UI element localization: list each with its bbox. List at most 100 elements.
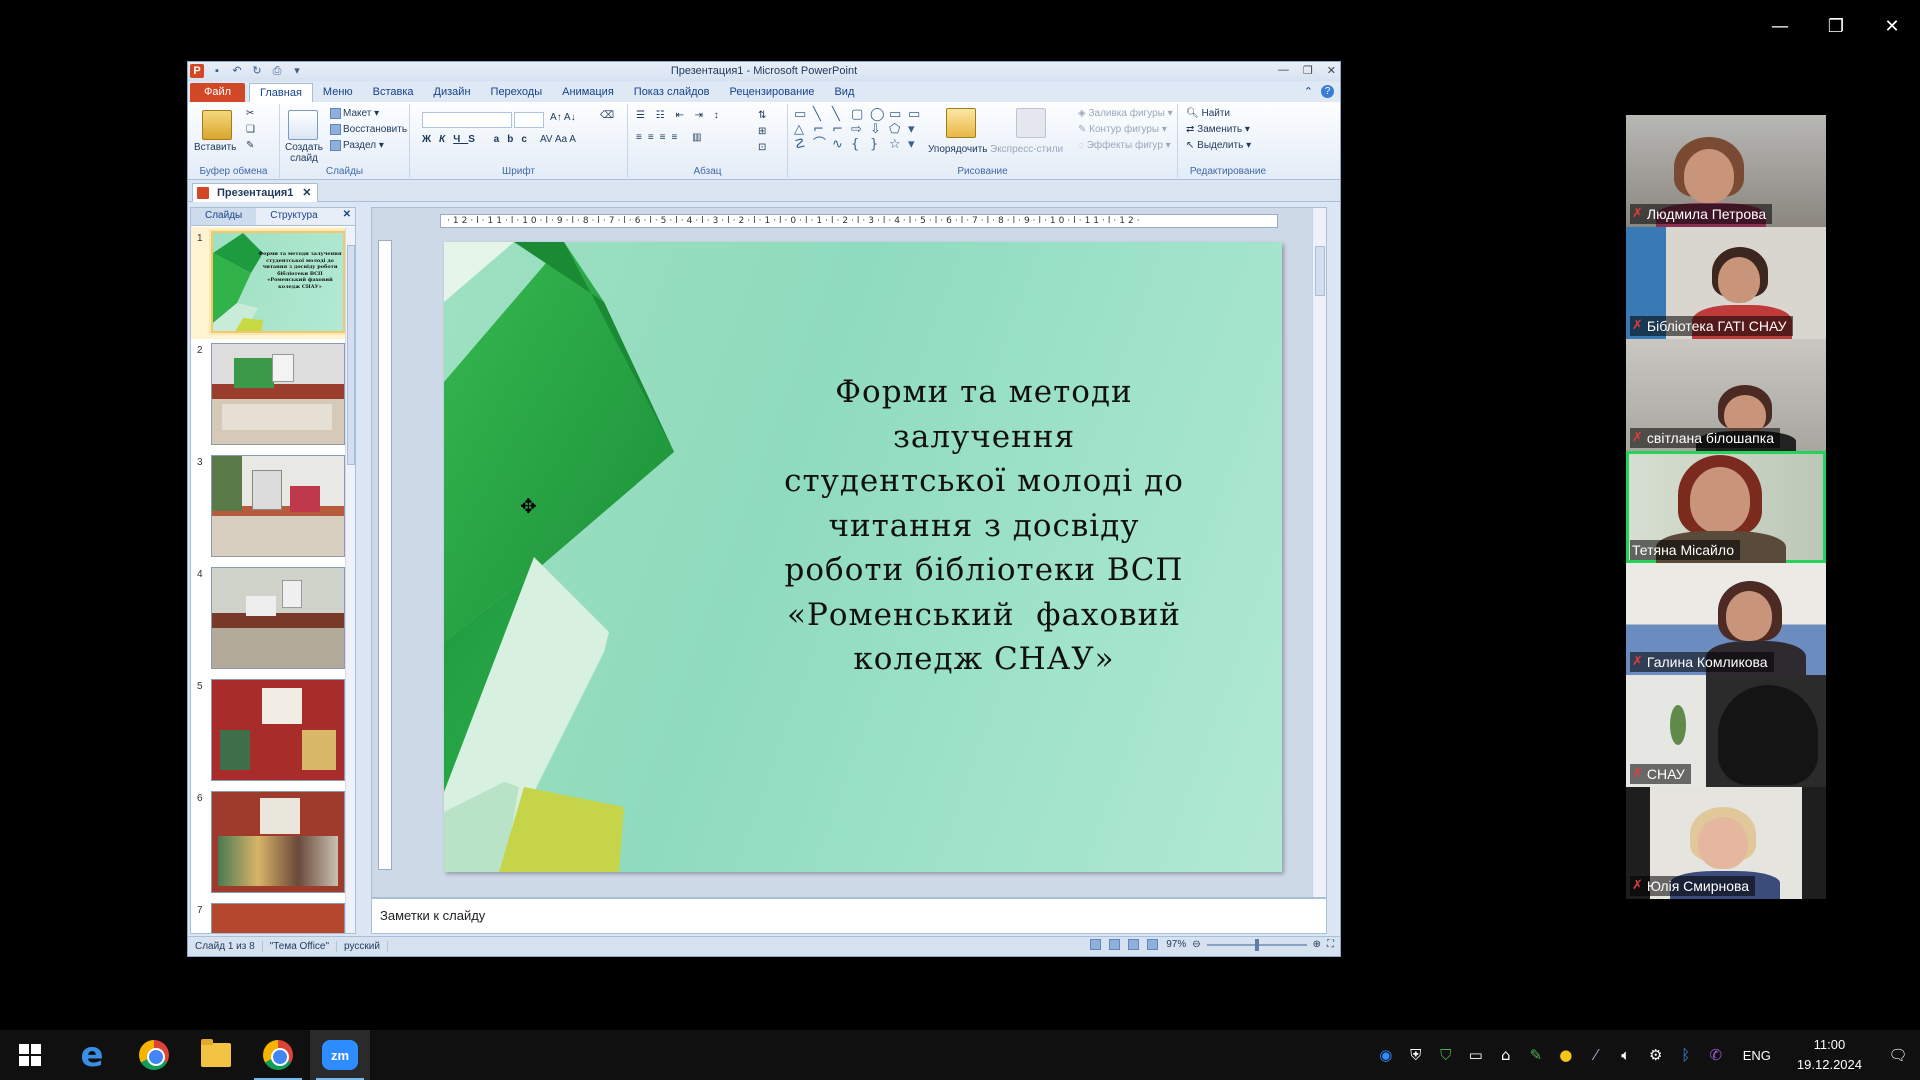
shape-fill-button[interactable]: ◈ Заливка фигуры ▾ [1078, 108, 1173, 119]
current-slide[interactable]: Форми та методи залучення студентської м… [444, 242, 1282, 872]
minimize-button[interactable]: — [1752, 8, 1808, 44]
slide-thumbnail-7[interactable]: 7 [191, 899, 346, 933]
participant-tile[interactable]: ✗ СНАУ [1626, 675, 1826, 787]
settings-tray-icon[interactable]: ⚙ [1641, 1046, 1671, 1064]
bluetooth-icon[interactable]: ᛒ [1671, 1046, 1701, 1064]
network-icon[interactable]: ⌂ [1491, 1046, 1521, 1064]
status-icon[interactable]: ● [1551, 1046, 1581, 1064]
sorter-view-icon[interactable] [1109, 939, 1121, 950]
restore-button[interactable]: ❐ [1808, 8, 1864, 44]
list-buttons[interactable]: ☰ ☷ ⇤ ⇥ ↕ [636, 110, 723, 121]
shield-icon[interactable]: ⛉ [1431, 1046, 1461, 1064]
participant-tile[interactable]: ✗ Людмила Петрова [1626, 115, 1826, 227]
normal-view-icon[interactable] [1090, 939, 1102, 950]
new-slide-icon[interactable] [288, 110, 318, 140]
participant-tile[interactable]: ✗ Галина Комликова [1626, 563, 1826, 675]
notes-field[interactable]: Заметки к слайду [371, 898, 1327, 934]
slide-thumbnail-6[interactable]: 6 [191, 787, 346, 899]
find-button[interactable]: 🔍︎ Найти [1186, 108, 1230, 119]
restore-icon[interactable]: ❐ [1303, 64, 1313, 77]
slide-thumbnail-4[interactable]: 4 [191, 563, 346, 675]
editor-scrollbar[interactable] [1312, 208, 1326, 897]
edge-button[interactable]: e [62, 1030, 122, 1080]
close-button[interactable]: ✕ [1864, 8, 1920, 44]
participant-tile-active-speaker[interactable]: Тетяна Місайло [1626, 451, 1826, 563]
section-button[interactable]: Раздел ▾ [330, 140, 384, 151]
char-spacing-icon[interactable]: AV Aa A [540, 134, 576, 145]
notifications-icon[interactable]: 🗨︎ [1876, 1046, 1920, 1064]
font-family-select[interactable] [422, 112, 512, 128]
shape-effects-button[interactable]: ◌ Эффекты фигур ▾ [1078, 140, 1171, 151]
participant-tile[interactable]: ✗ світлана білошапка [1626, 339, 1826, 451]
chrome-button[interactable] [124, 1030, 184, 1080]
participant-tile[interactable]: ✗ Юлія Смирнова [1626, 787, 1826, 899]
close-pane-icon[interactable]: ✕ [343, 209, 351, 220]
reset-button[interactable]: Восстановить [330, 124, 407, 135]
zoom-button[interactable]: zm [310, 1030, 370, 1080]
tab-slideshow[interactable]: Показ слайдов [624, 83, 720, 102]
zoom-level[interactable]: 97% [1166, 939, 1186, 950]
tab-review[interactable]: Рецензирование [720, 83, 825, 102]
close-icon[interactable]: ✕ [1327, 64, 1336, 77]
tab-slides[interactable]: Слайды [191, 208, 257, 225]
viber-icon[interactable]: ✆ [1701, 1046, 1731, 1064]
text-direction-icon[interactable]: ⇅ ⊞ ⊡ [758, 108, 766, 156]
tab-design[interactable]: Дизайн [424, 83, 481, 102]
pencil-icon[interactable]: ✎ [1521, 1046, 1551, 1064]
tab-transitions[interactable]: Переходы [481, 83, 553, 102]
close-document-icon[interactable]: ✕ [302, 184, 311, 202]
shapes-gallery[interactable]: ▭ ╲ ╲ ▢ ◯ ▭ ▭ △ ⌐ ⌐ ⇨ ⇩ ⬠ ▾ ☡ ⌒ ∿{} ☆ ▾ [794, 108, 924, 151]
feather-icon[interactable]: ⁄ [1581, 1046, 1611, 1064]
clear-format-icon[interactable]: ⌫ [600, 110, 614, 121]
replace-button[interactable]: ⇄ Заменить ▾ [1186, 124, 1250, 135]
slide-thumbnail-3[interactable]: 3 [191, 451, 346, 563]
slide-thumbnail-2[interactable]: 2 [191, 339, 346, 451]
zoom-tray-icon[interactable]: ◉ [1371, 1046, 1401, 1064]
quick-styles-icon[interactable] [1016, 108, 1046, 138]
tab-menu[interactable]: Меню [313, 83, 363, 102]
tab-outline[interactable]: Структура [256, 208, 331, 225]
font-style-buttons[interactable]: ЖКЧS abc [422, 134, 535, 145]
file-explorer-button[interactable] [186, 1030, 246, 1080]
windows-security-icon[interactable]: ⛨ [1401, 1046, 1431, 1064]
scrollbar-thumb[interactable] [1315, 246, 1325, 296]
volume-icon[interactable]: 🔈︎ [1611, 1046, 1641, 1064]
slide-thumbnail-5[interactable]: 5 [191, 675, 346, 787]
format-painter-icon[interactable]: ✎ [246, 140, 254, 151]
thumbnail-scrollbar[interactable] [345, 227, 355, 933]
copy-icon[interactable]: ❏ [246, 124, 255, 135]
input-language[interactable]: ENG [1731, 1048, 1783, 1063]
zoom-out-icon[interactable]: ⊖ [1192, 939, 1200, 950]
quick-styles-button[interactable]: Экспресс-стили [990, 144, 1063, 155]
fit-window-icon[interactable]: ⛶ [1327, 939, 1334, 950]
font-size-select[interactable] [514, 112, 544, 128]
select-button[interactable]: ↖ Выделить ▾ [1186, 140, 1251, 151]
clock[interactable]: 11:00 19.12.2024 [1783, 1035, 1876, 1075]
align-buttons[interactable]: ≡≡≡≡ ▥ [636, 132, 708, 143]
chrome-running-button[interactable] [248, 1030, 308, 1080]
tab-insert[interactable]: Вставка [363, 83, 424, 102]
zoom-in-icon[interactable]: ⊕ [1313, 939, 1321, 950]
tab-home[interactable]: Главная [249, 83, 313, 102]
slide-thumbnail-1[interactable]: 1 Форми та методи залучення студентської… [191, 227, 346, 339]
layout-button[interactable]: Макет ▾ [330, 108, 379, 119]
help-icon[interactable]: ? [1321, 85, 1334, 98]
paste-button[interactable]: Вставить [194, 142, 236, 153]
arrange-icon[interactable] [946, 108, 976, 138]
arrange-button[interactable]: Упорядочить [928, 144, 988, 155]
language[interactable]: русский [337, 941, 388, 952]
paste-icon[interactable] [202, 110, 232, 140]
tab-file[interactable]: Файл [190, 83, 246, 102]
start-button[interactable] [0, 1030, 60, 1080]
slide-title[interactable]: Форми та методи залучення студентської м… [744, 370, 1224, 682]
grow-font-icon[interactable]: A↑ A↓ [550, 112, 576, 123]
participant-tile[interactable]: ✗ Бібліотека ГАТІ СНАУ [1626, 227, 1826, 339]
reading-view-icon[interactable] [1128, 939, 1140, 950]
display-icon[interactable]: ▭ [1461, 1046, 1491, 1064]
shape-outline-button[interactable]: ✎ Контур фигуры ▾ [1078, 124, 1167, 135]
new-slide-button[interactable]: Создать слайд [282, 142, 326, 164]
slideshow-view-icon[interactable] [1147, 939, 1159, 950]
zoom-slider[interactable] [1206, 938, 1307, 951]
tab-animation[interactable]: Анимация [552, 83, 624, 102]
collapse-ribbon-icon[interactable]: ⌃ [1304, 85, 1313, 98]
